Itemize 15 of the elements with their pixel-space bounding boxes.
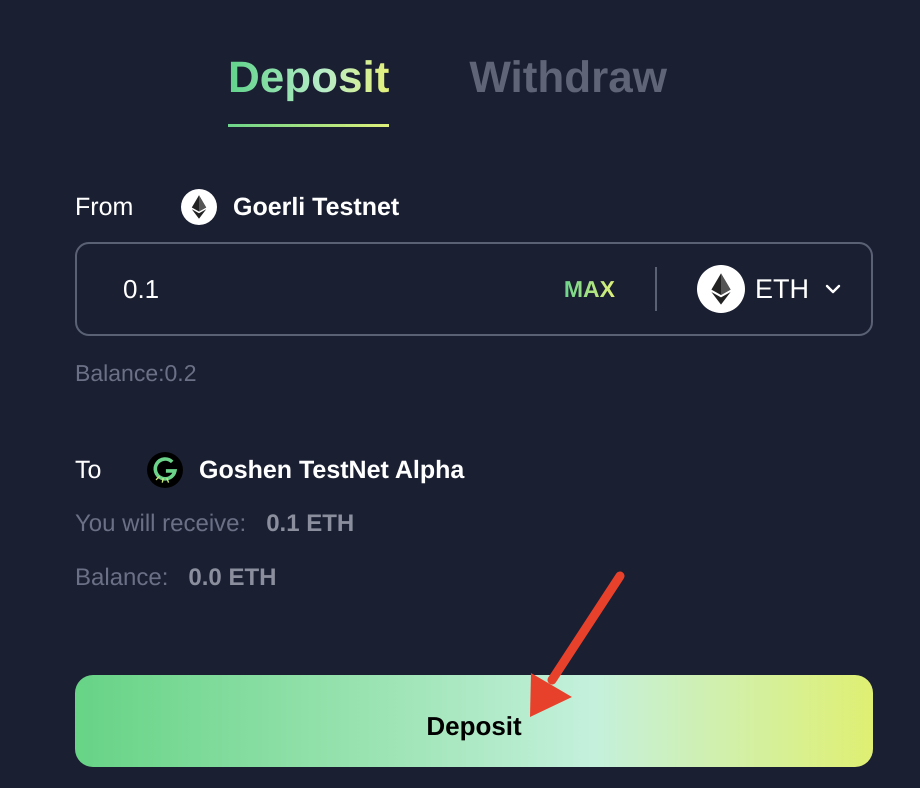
detail-value: 0.0 ETH xyxy=(188,563,276,593)
token-selector[interactable]: ETH xyxy=(697,265,843,313)
network-logo-icon xyxy=(147,452,183,488)
detail-label: Balance: xyxy=(75,563,168,593)
balance-text: Balance:0.2 xyxy=(75,359,198,388)
ethereum-icon xyxy=(181,189,217,225)
direction-label: From xyxy=(75,192,134,222)
detail-value: 0.1 ETH xyxy=(266,509,354,539)
amount-field[interactable]: 0.1 xyxy=(123,274,564,304)
deposit-button[interactable]: Deposit xyxy=(75,675,873,767)
ethereum-icon xyxy=(697,265,745,313)
network-name: Goerli Testnet xyxy=(233,192,400,222)
detail-label: You will receive: xyxy=(75,509,246,539)
network-name: Goshen TestNet Alpha xyxy=(199,456,464,484)
direction-label: To xyxy=(75,456,102,484)
